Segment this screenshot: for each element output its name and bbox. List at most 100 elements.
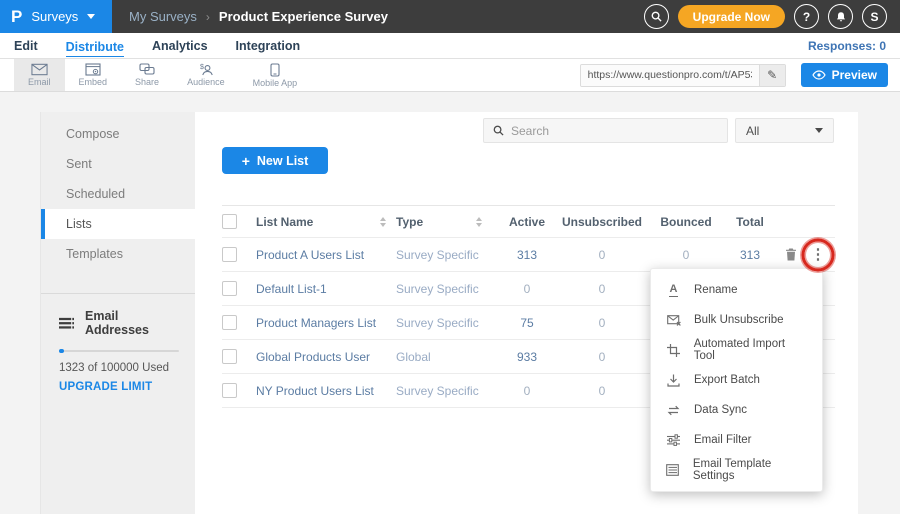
sort-icon[interactable] [476,217,482,227]
account-avatar[interactable]: S [862,4,887,29]
select-all-checkbox[interactable] [222,214,237,229]
breadcrumb: My Surveys › Product Experience Survey [112,9,388,24]
channel-email[interactable]: Email [14,59,65,91]
sidebar-item-sent[interactable]: Sent [41,149,195,179]
tab-distribute[interactable]: Distribute [66,39,124,58]
active-count[interactable]: 933 [500,350,554,364]
active-count[interactable]: 75 [500,316,554,330]
unsubscribe-envelope-icon [666,315,681,326]
menu-item-label: Automated Import Tool [694,338,807,362]
email-envelope-icon [31,63,48,76]
notifications-button[interactable] [828,4,853,29]
list-name-link[interactable]: NY Product Users List [256,384,374,398]
pencil-icon: ✎ [767,68,777,82]
list-name-link[interactable]: Default List-1 [256,282,327,296]
content-area: Compose Sent Scheduled Lists Templates E… [0,92,900,514]
breadcrumb-my-surveys[interactable]: My Surveys [129,9,197,24]
surveys-menu[interactable]: P Surveys [0,0,112,33]
unsubscribed-count: 0 [554,248,650,262]
search-input[interactable] [511,124,718,138]
list-type: Survey Specific [396,248,479,262]
active-count[interactable]: 313 [500,248,554,262]
embed-window-icon [85,63,101,76]
unsubscribed-count: 0 [554,384,650,398]
list-type-filter-dropdown[interactable]: All [735,118,834,143]
row-checkbox[interactable] [222,383,237,398]
channel-embed-label: Embed [79,77,108,87]
upgrade-now-button[interactable]: Upgrade Now [678,5,785,28]
lists-panel: All + New List List Name Type [195,112,858,514]
email-sidebar: Compose Sent Scheduled Lists Templates E… [40,112,195,514]
survey-url-input[interactable] [581,65,759,86]
edit-url-button[interactable]: ✎ [759,65,785,86]
channel-embed[interactable]: Embed [65,59,122,91]
column-label: List Name [256,215,313,229]
email-usage-progressbar [59,350,179,352]
menu-item-label: Email Filter [694,434,752,446]
global-search-button[interactable] [644,4,669,29]
sidebar-item-label: Sent [66,157,92,171]
search-icon [651,11,662,22]
search-icon [493,125,504,136]
sidebar-menu: Compose Sent Scheduled Lists Templates [41,112,195,269]
sidebar-item-label: Lists [66,217,92,231]
email-usage-text: 1323 of 100000 Used [59,362,179,374]
tab-analytics[interactable]: Analytics [152,38,208,53]
sidebar-item-compose[interactable]: Compose [41,119,195,149]
delete-list-button[interactable] [785,248,797,261]
list-type: Survey Specific [396,384,479,398]
list-name-link[interactable]: Product Managers List [256,316,376,330]
menu-item-automated-import-tool[interactable]: Automated Import Tool [651,335,822,365]
tab-integration[interactable]: Integration [236,38,301,53]
row-checkbox[interactable] [222,281,237,296]
list-type: Global [396,350,431,364]
email-addresses-title: Email Addresses [85,309,179,337]
list-search-box [483,118,728,143]
sort-icon[interactable] [380,217,386,227]
list-name-link[interactable]: Global Products User [256,350,370,364]
sidebar-item-scheduled[interactable]: Scheduled [41,179,195,209]
chevron-down-icon [87,14,95,19]
top-actions: Upgrade Now ? S [644,4,900,29]
eye-icon [812,70,826,80]
column-header-list-name[interactable]: List Name [256,215,396,229]
row-checkbox[interactable] [222,247,237,262]
row-more-options-button[interactable]: ⋮ [806,243,830,267]
app-window: P Surveys My Surveys › Product Experienc… [0,0,900,514]
menu-item-rename[interactable]: A Rename [651,275,822,305]
breadcrumb-separator: › [206,10,210,24]
kebab-menu-icon: ⋮ [811,247,826,262]
column-header-bounced: Bounced [650,215,722,229]
menu-item-data-sync[interactable]: Data Sync [651,395,822,425]
sidebar-item-lists[interactable]: Lists [41,209,195,239]
channel-mobile-app[interactable]: Mobile App [239,59,312,91]
svg-text:$: $ [200,64,204,71]
row-checkbox[interactable] [222,315,237,330]
tab-edit[interactable]: Edit [14,38,38,53]
row-checkbox[interactable] [222,349,237,364]
new-list-button[interactable]: + New List [222,147,328,174]
filter-sliders-icon [666,434,681,446]
menu-item-bulk-unsubscribe[interactable]: Bulk Unsubscribe [651,305,822,335]
channel-share[interactable]: Share [121,59,173,91]
rename-icon: A [666,283,681,296]
menu-item-export-batch[interactable]: Export Batch [651,365,822,395]
mobile-phone-icon [270,63,280,77]
list-name-link[interactable]: Product A Users List [256,248,364,262]
help-button[interactable]: ? [794,4,819,29]
channel-share-label: Share [135,77,159,87]
column-header-type[interactable]: Type [396,215,500,229]
preview-button[interactable]: Preview [801,63,888,87]
questionpro-logo: P [11,8,22,25]
channel-audience[interactable]: $ Audience [173,59,239,91]
template-document-icon [666,464,680,476]
menu-item-email-template-settings[interactable]: Email Template Settings [651,455,822,485]
survey-url-box: ✎ [580,64,786,87]
total-count[interactable]: 313 [722,248,778,262]
responses-count-link[interactable]: Responses: 0 [808,39,886,53]
column-header-unsubscribed: Unsubscribed [554,215,650,229]
sidebar-item-templates[interactable]: Templates [41,239,195,269]
upgrade-limit-link[interactable]: UPGRADE LIMIT [59,381,179,393]
email-addresses-widget: Email Addresses 1323 of 100000 Used UPGR… [41,294,195,393]
menu-item-email-filter[interactable]: Email Filter [651,425,822,455]
